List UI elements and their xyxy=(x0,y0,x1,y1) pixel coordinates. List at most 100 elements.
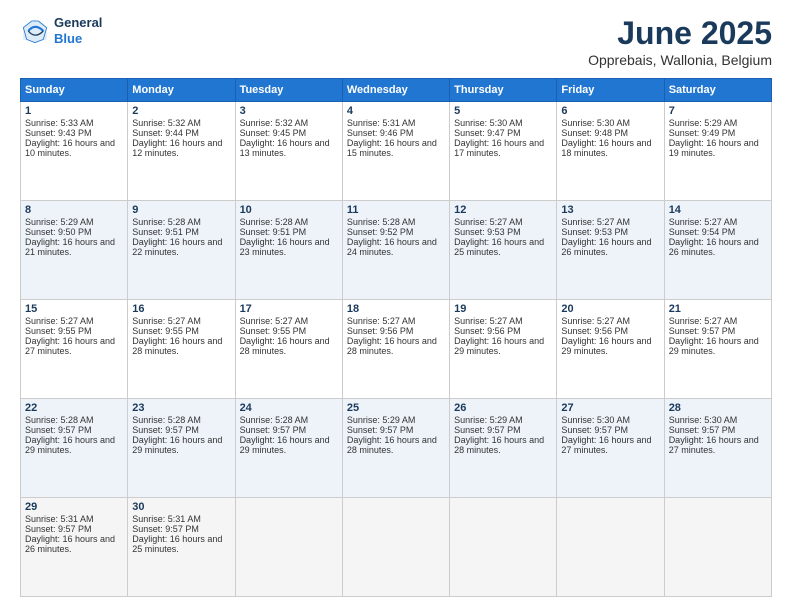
day-number: 5 xyxy=(454,105,552,117)
calendar-cell: 10Sunrise: 5:28 AMSunset: 9:51 PMDayligh… xyxy=(235,201,342,300)
day-info: Sunrise: 5:28 AMSunset: 9:57 PMDaylight:… xyxy=(25,415,115,455)
day-number: 30 xyxy=(132,501,230,513)
calendar-cell: 18Sunrise: 5:27 AMSunset: 9:56 PMDayligh… xyxy=(342,300,449,399)
day-number: 25 xyxy=(347,402,445,414)
logo-line2: Blue xyxy=(54,31,102,47)
day-info: Sunrise: 5:27 AMSunset: 9:55 PMDaylight:… xyxy=(25,316,115,356)
calendar-cell: 22Sunrise: 5:28 AMSunset: 9:57 PMDayligh… xyxy=(21,399,128,498)
day-number: 8 xyxy=(25,204,123,216)
calendar-cell: 26Sunrise: 5:29 AMSunset: 9:57 PMDayligh… xyxy=(450,399,557,498)
calendar-cell: 17Sunrise: 5:27 AMSunset: 9:55 PMDayligh… xyxy=(235,300,342,399)
page: General Blue June 2025 Opprebais, Wallon… xyxy=(0,0,792,612)
day-info: Sunrise: 5:27 AMSunset: 9:53 PMDaylight:… xyxy=(454,217,544,257)
day-number: 1 xyxy=(25,105,123,117)
calendar-cell: 2Sunrise: 5:32 AMSunset: 9:44 PMDaylight… xyxy=(128,102,235,201)
calendar-cell: 23Sunrise: 5:28 AMSunset: 9:57 PMDayligh… xyxy=(128,399,235,498)
calendar-cell: 6Sunrise: 5:30 AMSunset: 9:48 PMDaylight… xyxy=(557,102,664,201)
day-info: Sunrise: 5:30 AMSunset: 9:47 PMDaylight:… xyxy=(454,118,544,158)
calendar-week-row: 15Sunrise: 5:27 AMSunset: 9:55 PMDayligh… xyxy=(21,300,772,399)
calendar-week-row: 1Sunrise: 5:33 AMSunset: 9:43 PMDaylight… xyxy=(21,102,772,201)
day-info: Sunrise: 5:29 AMSunset: 9:49 PMDaylight:… xyxy=(669,118,759,158)
day-info: Sunrise: 5:31 AMSunset: 9:57 PMDaylight:… xyxy=(132,514,222,554)
calendar-cell: 25Sunrise: 5:29 AMSunset: 9:57 PMDayligh… xyxy=(342,399,449,498)
logo-text: General Blue xyxy=(54,15,102,46)
logo-line1: General xyxy=(54,15,102,31)
day-info: Sunrise: 5:32 AMSunset: 9:44 PMDaylight:… xyxy=(132,118,222,158)
calendar-week-row: 22Sunrise: 5:28 AMSunset: 9:57 PMDayligh… xyxy=(21,399,772,498)
weekday-header-monday: Monday xyxy=(128,79,235,102)
calendar-cell: 11Sunrise: 5:28 AMSunset: 9:52 PMDayligh… xyxy=(342,201,449,300)
calendar-cell: 15Sunrise: 5:27 AMSunset: 9:55 PMDayligh… xyxy=(21,300,128,399)
day-info: Sunrise: 5:28 AMSunset: 9:51 PMDaylight:… xyxy=(240,217,330,257)
calendar-cell: 16Sunrise: 5:27 AMSunset: 9:55 PMDayligh… xyxy=(128,300,235,399)
title-block: June 2025 Opprebais, Wallonia, Belgium xyxy=(588,15,772,68)
calendar-cell: 13Sunrise: 5:27 AMSunset: 9:53 PMDayligh… xyxy=(557,201,664,300)
calendar-cell: 9Sunrise: 5:28 AMSunset: 9:51 PMDaylight… xyxy=(128,201,235,300)
month-title: June 2025 xyxy=(588,15,772,52)
calendar-week-row: 8Sunrise: 5:29 AMSunset: 9:50 PMDaylight… xyxy=(21,201,772,300)
day-number: 11 xyxy=(347,204,445,216)
day-number: 22 xyxy=(25,402,123,414)
day-number: 27 xyxy=(561,402,659,414)
day-number: 18 xyxy=(347,303,445,315)
day-number: 14 xyxy=(669,204,767,216)
day-number: 13 xyxy=(561,204,659,216)
calendar-cell: 1Sunrise: 5:33 AMSunset: 9:43 PMDaylight… xyxy=(21,102,128,201)
day-number: 17 xyxy=(240,303,338,315)
calendar-cell: 19Sunrise: 5:27 AMSunset: 9:56 PMDayligh… xyxy=(450,300,557,399)
day-number: 23 xyxy=(132,402,230,414)
day-info: Sunrise: 5:27 AMSunset: 9:54 PMDaylight:… xyxy=(669,217,759,257)
calendar-cell: 24Sunrise: 5:28 AMSunset: 9:57 PMDayligh… xyxy=(235,399,342,498)
day-number: 19 xyxy=(454,303,552,315)
day-info: Sunrise: 5:27 AMSunset: 9:55 PMDaylight:… xyxy=(132,316,222,356)
calendar-table: SundayMondayTuesdayWednesdayThursdayFrid… xyxy=(20,78,772,597)
day-number: 26 xyxy=(454,402,552,414)
calendar-cell xyxy=(450,498,557,597)
logo: General Blue xyxy=(20,15,102,46)
calendar-week-row: 29Sunrise: 5:31 AMSunset: 9:57 PMDayligh… xyxy=(21,498,772,597)
calendar-cell: 14Sunrise: 5:27 AMSunset: 9:54 PMDayligh… xyxy=(664,201,771,300)
weekday-header-thursday: Thursday xyxy=(450,79,557,102)
day-info: Sunrise: 5:29 AMSunset: 9:57 PMDaylight:… xyxy=(454,415,544,455)
calendar-cell: 4Sunrise: 5:31 AMSunset: 9:46 PMDaylight… xyxy=(342,102,449,201)
calendar-cell: 12Sunrise: 5:27 AMSunset: 9:53 PMDayligh… xyxy=(450,201,557,300)
calendar-cell: 28Sunrise: 5:30 AMSunset: 9:57 PMDayligh… xyxy=(664,399,771,498)
calendar-cell: 29Sunrise: 5:31 AMSunset: 9:57 PMDayligh… xyxy=(21,498,128,597)
calendar-cell: 8Sunrise: 5:29 AMSunset: 9:50 PMDaylight… xyxy=(21,201,128,300)
day-number: 29 xyxy=(25,501,123,513)
day-number: 3 xyxy=(240,105,338,117)
calendar-cell xyxy=(235,498,342,597)
day-info: Sunrise: 5:30 AMSunset: 9:57 PMDaylight:… xyxy=(669,415,759,455)
weekday-header-row: SundayMondayTuesdayWednesdayThursdayFrid… xyxy=(21,79,772,102)
calendar-cell: 30Sunrise: 5:31 AMSunset: 9:57 PMDayligh… xyxy=(128,498,235,597)
day-info: Sunrise: 5:30 AMSunset: 9:48 PMDaylight:… xyxy=(561,118,651,158)
day-info: Sunrise: 5:27 AMSunset: 9:56 PMDaylight:… xyxy=(454,316,544,356)
calendar-cell: 5Sunrise: 5:30 AMSunset: 9:47 PMDaylight… xyxy=(450,102,557,201)
header: General Blue June 2025 Opprebais, Wallon… xyxy=(20,15,772,68)
day-info: Sunrise: 5:27 AMSunset: 9:56 PMDaylight:… xyxy=(561,316,651,356)
day-info: Sunrise: 5:31 AMSunset: 9:46 PMDaylight:… xyxy=(347,118,437,158)
day-number: 10 xyxy=(240,204,338,216)
day-info: Sunrise: 5:28 AMSunset: 9:57 PMDaylight:… xyxy=(132,415,222,455)
day-number: 2 xyxy=(132,105,230,117)
calendar-cell xyxy=(557,498,664,597)
day-number: 4 xyxy=(347,105,445,117)
day-info: Sunrise: 5:31 AMSunset: 9:57 PMDaylight:… xyxy=(25,514,115,554)
day-number: 21 xyxy=(669,303,767,315)
day-info: Sunrise: 5:30 AMSunset: 9:57 PMDaylight:… xyxy=(561,415,651,455)
day-info: Sunrise: 5:27 AMSunset: 9:53 PMDaylight:… xyxy=(561,217,651,257)
logo-icon xyxy=(20,16,50,46)
day-info: Sunrise: 5:27 AMSunset: 9:55 PMDaylight:… xyxy=(240,316,330,356)
calendar-cell: 21Sunrise: 5:27 AMSunset: 9:57 PMDayligh… xyxy=(664,300,771,399)
weekday-header-friday: Friday xyxy=(557,79,664,102)
weekday-header-tuesday: Tuesday xyxy=(235,79,342,102)
weekday-header-wednesday: Wednesday xyxy=(342,79,449,102)
calendar-cell: 7Sunrise: 5:29 AMSunset: 9:49 PMDaylight… xyxy=(664,102,771,201)
calendar-cell xyxy=(664,498,771,597)
day-number: 9 xyxy=(132,204,230,216)
day-info: Sunrise: 5:28 AMSunset: 9:51 PMDaylight:… xyxy=(132,217,222,257)
day-number: 28 xyxy=(669,402,767,414)
day-number: 24 xyxy=(240,402,338,414)
day-number: 20 xyxy=(561,303,659,315)
day-number: 15 xyxy=(25,303,123,315)
